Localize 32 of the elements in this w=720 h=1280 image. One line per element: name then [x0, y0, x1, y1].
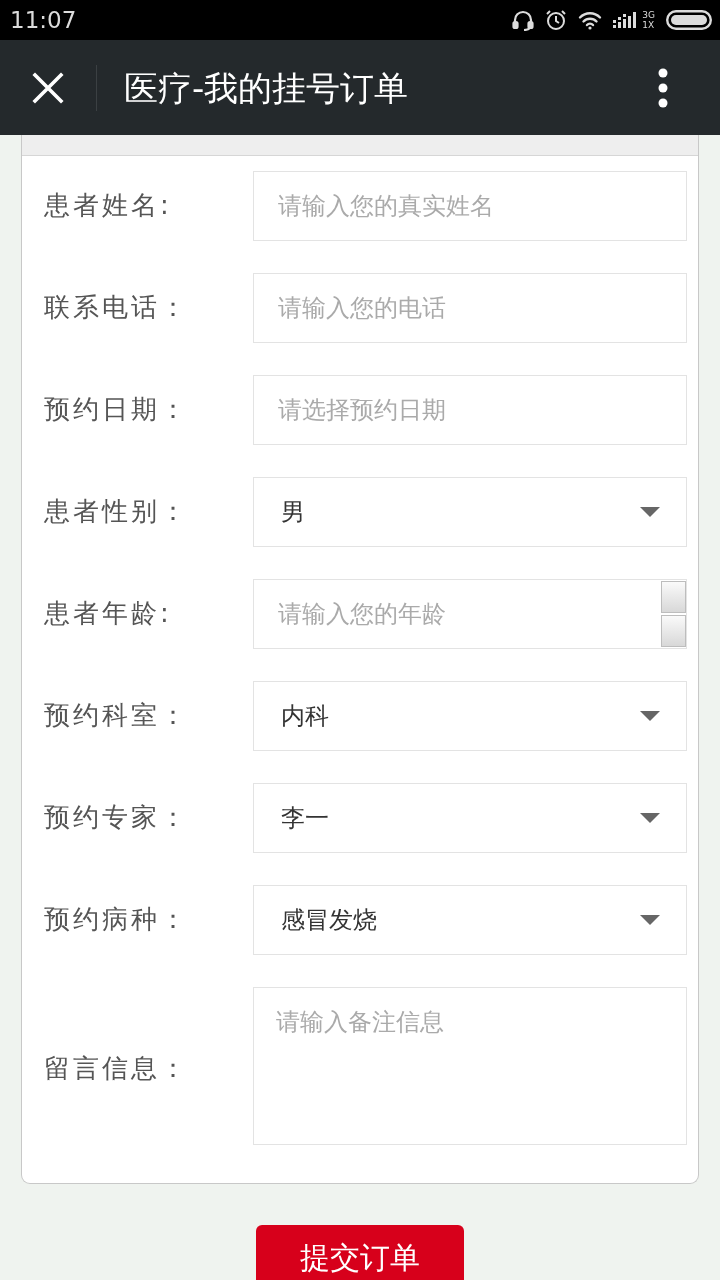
field-label: 预约科室：: [44, 699, 189, 730]
close-icon: [32, 71, 64, 104]
field-label: 留言信息：: [44, 1053, 189, 1083]
field-label: 联系电话：: [44, 291, 189, 322]
page-title: 医疗-我的挂号订单: [124, 70, 409, 105]
caret-down-icon: [640, 711, 660, 721]
network-type-label: 3G: [642, 10, 655, 20]
message-textarea[interactable]: 请输入备注信息: [253, 987, 687, 1145]
kebab-menu-icon: [658, 67, 668, 108]
network-type-label: 1X: [642, 20, 655, 30]
headset-icon: [512, 9, 535, 31]
dropdown-field[interactable]: 男: [253, 477, 687, 547]
status-time: 11:07: [10, 8, 77, 32]
wifi-icon: [578, 10, 603, 30]
alarm-clock-icon: [545, 9, 568, 31]
submit-order-button[interactable]: 提交订单: [256, 1225, 464, 1280]
caret-down-icon: [640, 915, 660, 925]
caret-down-icon: [640, 507, 660, 517]
text-input-field[interactable]: 请输入您的电话: [253, 273, 687, 343]
dropdown-field[interactable]: 感冒发烧: [253, 885, 687, 955]
caret-down-icon: [640, 813, 660, 823]
dropdown-field[interactable]: 内科: [253, 681, 687, 751]
field-label: 患者姓名:: [44, 189, 172, 220]
text-input-field[interactable]: 请输入您的真实姓名: [253, 171, 687, 241]
field-label: 患者年龄:: [44, 597, 172, 628]
field-label: 患者性别：: [44, 495, 189, 526]
text-input-field[interactable]: 请选择预约日期: [253, 375, 687, 445]
field-label: 预约日期：: [44, 393, 189, 424]
field-label: 预约专家：: [44, 801, 189, 832]
field-label: 预约病种：: [44, 903, 189, 934]
battery-icon: [666, 10, 712, 30]
dropdown-field[interactable]: 李一: [253, 783, 687, 853]
